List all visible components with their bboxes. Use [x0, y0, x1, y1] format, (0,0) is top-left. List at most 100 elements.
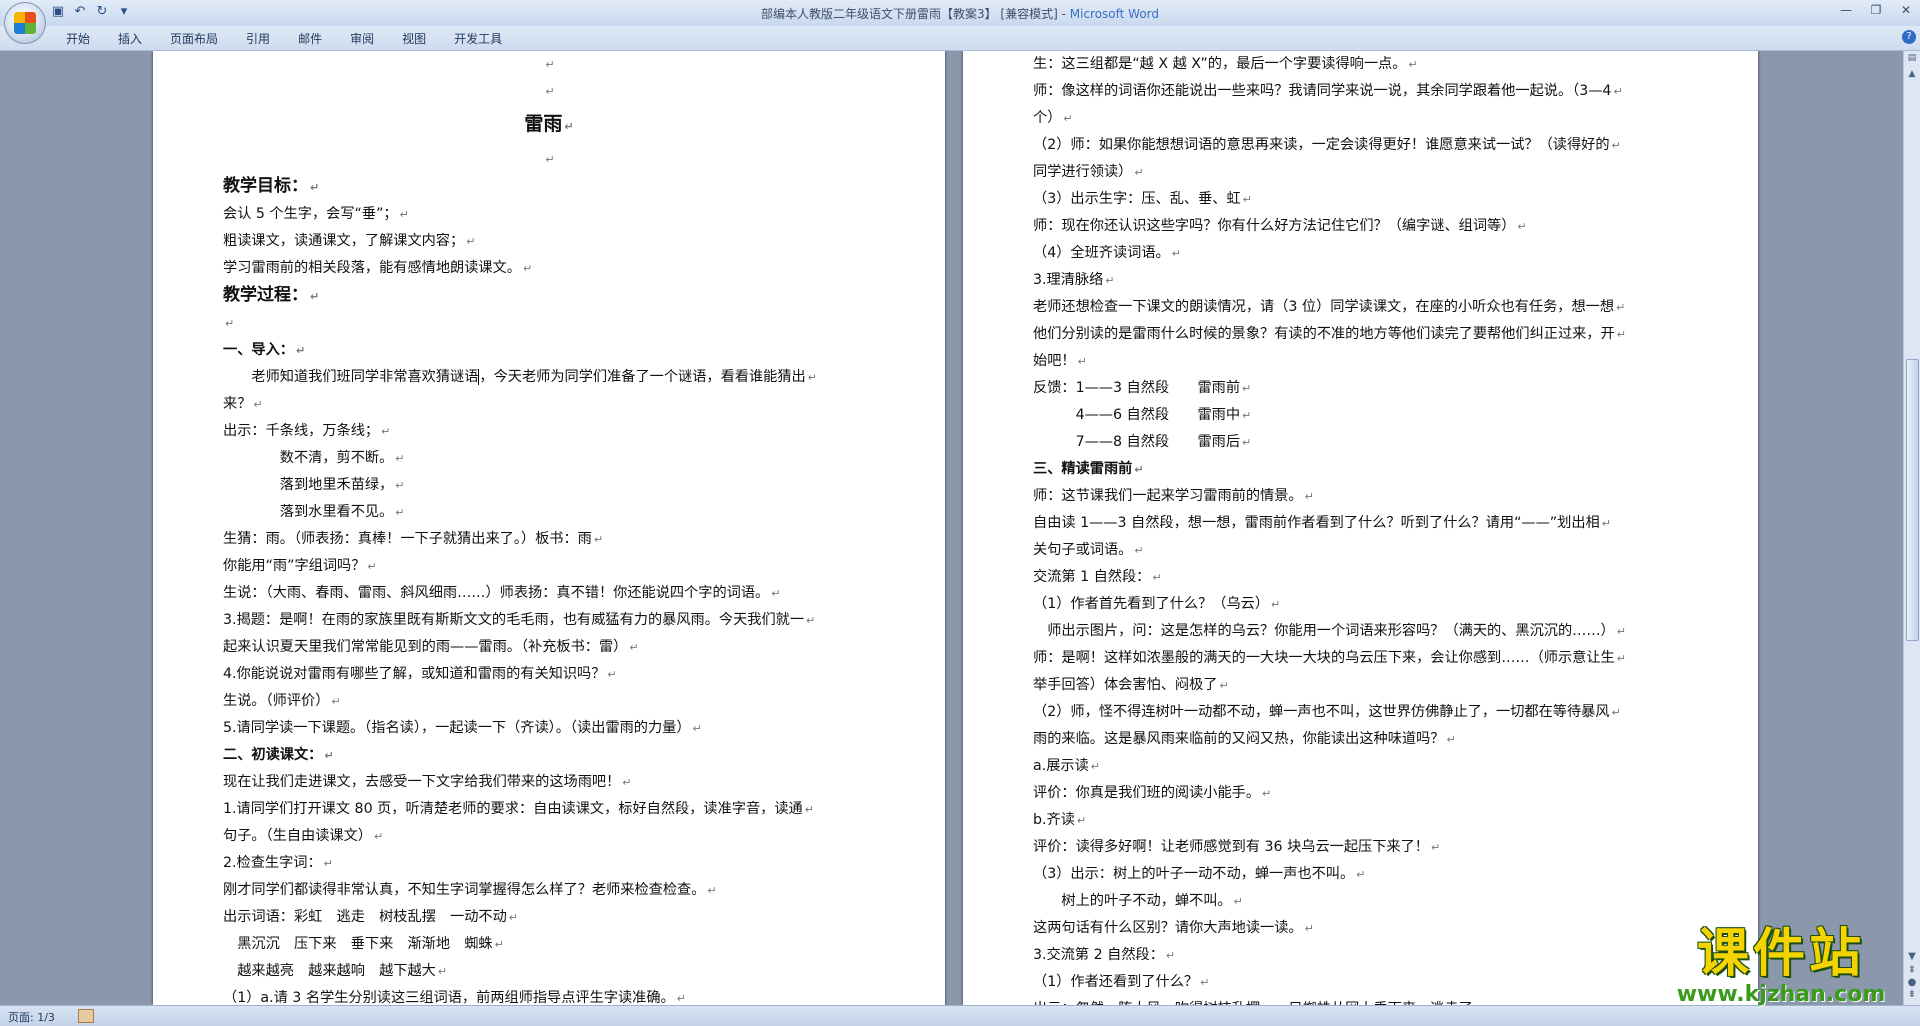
paragraph-line[interactable]: 1.请同学们打开课文 80 页，听清楚老师的要求：自由读课文，标好自然段，读准字…: [223, 796, 875, 823]
paragraph-line[interactable]: 学习雷雨前的相关段落，能有感情地朗读课文。 ↵: [223, 255, 875, 282]
paragraph-line[interactable]: 同学进行领读） ↵: [1033, 159, 1688, 186]
paragraph-line[interactable]: 反馈：1——3 自然段 雷雨前 ↵: [1033, 375, 1688, 402]
paragraph-line[interactable]: 师：是啊！这样如浓墨般的满天的一大块一大块的乌云压下来，会让你感到……（师示意让…: [1033, 645, 1688, 672]
proofing-icon[interactable]: [78, 1009, 94, 1023]
paragraph-line[interactable]: 起来认识夏天里我们常常能见到的雨——雷雨。（补充板书：雷） ↵: [223, 634, 875, 661]
paragraph-line[interactable]: ↵: [223, 310, 875, 337]
paragraph-line[interactable]: 4.你能说说对雷雨有哪些了解，或知道和雷雨的有关知识吗？ ↵: [223, 661, 875, 688]
paragraph-line[interactable]: 句子。（生自由读课文） ↵: [223, 823, 875, 850]
document-page-2[interactable]: 生：这三组都是“越 X 越 X”的，最后一个字要读得响一点。 ↵ 师：像这样的词语你…: [963, 51, 1758, 1005]
paragraph-line[interactable]: 3.理清脉络 ↵: [1033, 267, 1688, 294]
paragraph-line[interactable]: 评价：读得多好啊！让老师感觉到有 36 块乌云一起压下来了！ ↵: [1033, 834, 1688, 861]
ribbon-tab-1[interactable]: 插入: [104, 30, 156, 47]
paragraph-line[interactable]: 他们分别读的是雷雨什么时候的景象？有读的不准的地方等他们读完了要帮他们纠正过来，…: [1033, 321, 1688, 348]
paragraph-line[interactable]: 7——8 自然段 雷雨后 ↵: [1033, 429, 1688, 456]
browse-object-icon[interactable]: ●: [1906, 977, 1918, 989]
paragraph-line[interactable]: 始吧！ ↵: [1033, 348, 1688, 375]
paragraph-line[interactable]: （4）全班齐读词语。 ↵: [1033, 240, 1688, 267]
paragraph-line[interactable]: 师：现在你还认识这些字吗？你有什么好方法记住它们？（编字谜、组词等） ↵: [1033, 213, 1688, 240]
paragraph-line[interactable]: 师：像这样的词语你还能说出一些来吗？我请同学来说一说，其余同学跟着他一起说。（3…: [1033, 78, 1688, 105]
paragraph-line[interactable]: a.展示读 ↵: [1033, 753, 1688, 780]
paragraph-line[interactable]: 出示：千条线，万条线； ↵: [223, 418, 875, 445]
paragraph-line[interactable]: 师：这节课我们一起来学习雷雨前的情景。 ↵: [1033, 483, 1688, 510]
ribbon-tab-7[interactable]: 开发工具: [440, 30, 516, 47]
ribbon-tab-6[interactable]: 视图: [388, 30, 440, 47]
paragraph-line[interactable]: （2）师：如果你能想想词语的意思再来读，一定会读得更好！谁愿意来试一试？（读得好…: [1033, 132, 1688, 159]
scroll-down-icon[interactable]: ▼: [1906, 951, 1918, 963]
paragraph-line[interactable]: （1）作者首先看到了什么？（乌云） ↵: [1033, 591, 1688, 618]
paragraph-line[interactable]: 老师还想检查一下课文的朗读情况，请（3 位）同学读课文，在座的小听众也有任务，想…: [1033, 294, 1688, 321]
line-text: 师出示图片，问：这是怎样的乌云？你能用一个词语来形容吗？（满天的、黑沉沉的……）: [1033, 623, 1615, 639]
minimize-icon[interactable]: —: [1838, 3, 1854, 17]
paragraph-line[interactable]: 二、初读课文： ↵: [223, 742, 875, 769]
paragraph-line[interactable]: 自由读 1——3 自然段，想一想，雷雨前作者看到了什么？听到了什么？请用“——”…: [1033, 510, 1688, 537]
line-text: a.展示读: [1033, 758, 1089, 774]
previous-page-icon[interactable]: ⇞: [1906, 965, 1918, 977]
page-indicator[interactable]: 页面: 1/3: [8, 1009, 55, 1025]
paragraph-line[interactable]: 刚才同学们都读得非常认真，不知生字词掌握得怎么样了？老师来检查检查。 ↵: [223, 877, 875, 904]
paragraph-line[interactable]: 出示：忽然一阵大风，吹得树枝乱摆，一只蜘蛛从网上垂下来，逃走了。↵: [1033, 996, 1688, 1005]
scroll-thumb[interactable]: [1906, 359, 1919, 641]
paragraph-mark-icon: ↵: [1517, 220, 1527, 233]
paragraph-line[interactable]: 你能用“雨”字组词吗？ ↵: [223, 553, 875, 580]
paragraph-line[interactable]: 3.交流第 2 自然段： ↵: [1033, 942, 1688, 969]
paragraph-line[interactable]: 树上的叶子不动，蝉不叫。 ↵: [1033, 888, 1688, 915]
paragraph-mark-icon: ↵: [622, 776, 632, 789]
paragraph-line[interactable]: 师出示图片，问：这是怎样的乌云？你能用一个词语来形容吗？（满天的、黑沉沉的……）…: [1033, 618, 1688, 645]
paragraph-line[interactable]: 生：这三组都是“越 X 越 X”的，最后一个字要读得响一点。 ↵: [1033, 51, 1688, 78]
ruler-toggle-icon[interactable]: ▤: [1906, 53, 1918, 65]
paragraph-line[interactable]: （1）作者还看到了什么？ ↵: [1033, 969, 1688, 996]
document-page-1[interactable]: ↵ ↵ 雷雨 ↵ ↵ 教学目标： ↵ 会认 5 个生字，会写“垂”； ↵ 粗读课文，读通课文，了解…: [153, 51, 945, 1005]
paragraph-line[interactable]: 一、导入： ↵: [223, 337, 875, 364]
paragraph-line[interactable]: 这两句话有什么区别？请你大声地读一读。 ↵: [1033, 915, 1688, 942]
paragraph-line[interactable]: （3）出示：树上的叶子一动不动，蝉一声也不叫。 ↵: [1033, 861, 1688, 888]
paragraph-line[interactable]: 现在让我们走进课文，去感受一下文字给我们带来的这场雨吧！ ↵: [223, 769, 875, 796]
paragraph-line[interactable]: （3）出示生字：压、乱、垂、虹 ↵: [1033, 186, 1688, 213]
paragraph-line[interactable]: 黑沉沉 压下来 垂下来 渐渐地 蜘蛛 ↵: [223, 931, 875, 958]
vertical-scrollbar[interactable]: ▤ ▲ ▼ ⇞ ● ⇟: [1903, 51, 1920, 1005]
paragraph-line[interactable]: 教学目标： ↵: [223, 173, 875, 201]
paragraph-line[interactable]: 4——6 自然段 雷雨中 ↵: [1033, 402, 1688, 429]
paragraph-line[interactable]: 落到地里禾苗绿， ↵: [223, 472, 875, 499]
paragraph-line[interactable]: 生说。（师评价） ↵: [223, 688, 875, 715]
ribbon-tab-3[interactable]: 引用: [232, 30, 284, 47]
paragraph-line[interactable]: 会认 5 个生字，会写“垂”； ↵: [223, 201, 875, 228]
paragraph-line[interactable]: 2.检查生字词： ↵: [223, 850, 875, 877]
paragraph-line[interactable]: 出示词语：彩虹 逃走 树枝乱摆 一动不动 ↵: [223, 904, 875, 931]
paragraph-line[interactable]: 落到水里看不见。 ↵: [223, 499, 875, 526]
paragraph-line[interactable]: ↵: [223, 78, 875, 105]
paragraph-line[interactable]: 雨的来临。这是暴风雨来临前的又闷又热，你能读出这种味道吗？ ↵: [1033, 726, 1688, 753]
ribbon-tab-0[interactable]: 开始: [52, 30, 104, 47]
paragraph-line[interactable]: 粗读课文，读通课文，了解课文内容； ↵: [223, 228, 875, 255]
help-icon[interactable]: ?: [1902, 30, 1916, 44]
ribbon-tab-2[interactable]: 页面布局: [156, 30, 232, 47]
paragraph-line[interactable]: （2）师，怪不得连树叶一动都不动，蝉一声也不叫，这世界仿佛静止了，一切都在等待暴…: [1033, 699, 1688, 726]
paragraph-line[interactable]: 3.揭题：是啊！在雨的家族里既有斯斯文文的毛毛雨，也有威猛有力的暴风雨。今天我们…: [223, 607, 875, 634]
ribbon-tab-5[interactable]: 审阅: [336, 30, 388, 47]
paragraph-line[interactable]: 举手回答）体会害怕、闷极了 ↵: [1033, 672, 1688, 699]
paragraph-line[interactable]: 评价：你真是我们班的阅读小能手。 ↵: [1033, 780, 1688, 807]
paragraph-line[interactable]: 来？ ↵: [223, 391, 875, 418]
paragraph-line[interactable]: ↵: [223, 146, 875, 173]
paragraph-line[interactable]: 越来越亮 越来越响 越下越大 ↵: [223, 958, 875, 985]
maximize-icon[interactable]: ❐: [1868, 3, 1884, 17]
paragraph-line[interactable]: 生说：（大雨、春雨、雷雨、斜风细雨……）师表扬：真不错！你还能说四个字的词语。 ↵: [223, 580, 875, 607]
paragraph-line[interactable]: 关句子或词语。 ↵: [1033, 537, 1688, 564]
document-title-heading[interactable]: 雷雨 ↵: [223, 105, 875, 146]
paragraph-line[interactable]: 5.请同学读一下课题。（指名读），一起读一下（齐读）。（读出雷雨的力量） ↵: [223, 715, 875, 742]
ribbon-tab-4[interactable]: 邮件: [284, 30, 336, 47]
next-page-icon[interactable]: ⇟: [1906, 989, 1918, 1001]
scroll-up-icon[interactable]: ▲: [1906, 69, 1918, 81]
paragraph-line[interactable]: 老师知道我们班同学非常喜欢猜谜语，今天老师为同学们准备了一个谜语，看看谁能猜出 ↵: [223, 364, 875, 391]
paragraph-line[interactable]: （1）a.请 3 名学生分别读这三组词语，前两组师指导点评生字读准确。 ↵: [223, 985, 875, 1005]
paragraph-line[interactable]: 教学过程： ↵: [223, 282, 875, 310]
paragraph-line[interactable]: 交流第 1 自然段： ↵: [1033, 564, 1688, 591]
close-icon[interactable]: ✕: [1898, 3, 1914, 17]
office-button[interactable]: [4, 2, 46, 44]
paragraph-line[interactable]: 生猜：雨。（师表扬：真棒！一下子就猜出来了。）板书：雨 ↵: [223, 526, 875, 553]
paragraph-line[interactable]: 数不清，剪不断。 ↵: [223, 445, 875, 472]
paragraph-line[interactable]: ↵: [223, 51, 875, 78]
paragraph-line[interactable]: 三、精读雷雨前 ↵: [1033, 456, 1688, 483]
paragraph-line[interactable]: b.齐读 ↵: [1033, 807, 1688, 834]
paragraph-line[interactable]: 个） ↵: [1033, 105, 1688, 132]
